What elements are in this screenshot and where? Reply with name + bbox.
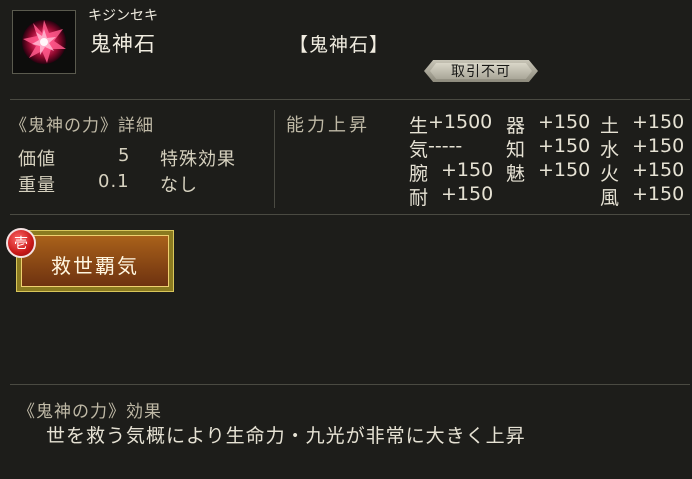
stat-ki-value: +150	[538, 111, 591, 133]
details-heading: 《鬼神の力》詳細	[10, 116, 154, 136]
value-amount: 5	[118, 145, 131, 166]
special-effect-label: 特殊効果	[160, 149, 236, 170]
skill-plate: 救世覇気	[21, 235, 169, 287]
divider-top	[10, 99, 690, 100]
effect-description: 世を救う気概により生命力・九光が非常に大きく上昇	[46, 425, 526, 447]
stat-endurance-value: +150	[441, 183, 494, 205]
divider-bottom	[10, 384, 690, 385]
trade-restriction-badge: 取引不可	[424, 60, 538, 82]
stat-wind-value: +150	[632, 183, 685, 205]
stat-spirit-value: -----	[428, 135, 463, 157]
item-icon-frame	[12, 10, 76, 74]
skill-button[interactable]: 救世覇気	[16, 230, 174, 292]
stat-endurance-label: 耐	[409, 187, 429, 209]
stat-wind-label: 風	[600, 187, 620, 209]
item-furigana: キジンセキ	[88, 8, 158, 24]
value-label: 価値	[18, 149, 56, 170]
stat-earth-label: 土	[600, 115, 620, 137]
stat-ki-label: 器	[506, 115, 526, 137]
stat-charm-value: +150	[538, 159, 591, 181]
stat-life-value: +1500	[428, 111, 493, 133]
stat-fire-value: +150	[632, 159, 685, 181]
skill-number-badge: 壱	[6, 228, 36, 258]
ability-heading: 能力上昇	[286, 115, 370, 136]
skill-name: 救世覇気	[51, 254, 139, 278]
divider-middle	[10, 214, 690, 215]
weight-amount: 0.1	[98, 171, 130, 192]
weight-label: 重量	[18, 175, 56, 196]
stat-arm-label: 腕	[409, 163, 429, 185]
stat-charm-label: 魅	[506, 163, 526, 185]
stat-water-label: 水	[600, 139, 620, 161]
stat-earth-value: +150	[632, 111, 685, 133]
stat-arm-value: +150	[441, 159, 494, 181]
item-name: 鬼神石	[90, 32, 156, 56]
stat-spirit-label: 気	[409, 139, 429, 161]
crimson-gem-icon	[22, 20, 66, 64]
divider-vertical	[274, 110, 275, 208]
trade-badge-label: 取引不可	[430, 63, 532, 79]
special-effect-value: なし	[160, 175, 198, 196]
stat-wisdom-value: +150	[538, 135, 591, 157]
stat-fire-label: 火	[600, 163, 620, 185]
stat-water-value: +150	[632, 135, 685, 157]
item-bracket-name: 【鬼神石】	[289, 34, 390, 56]
stat-life-label: 生	[409, 115, 429, 137]
effect-heading: 《鬼神の力》効果	[18, 402, 162, 422]
stat-wisdom-label: 知	[506, 139, 526, 161]
